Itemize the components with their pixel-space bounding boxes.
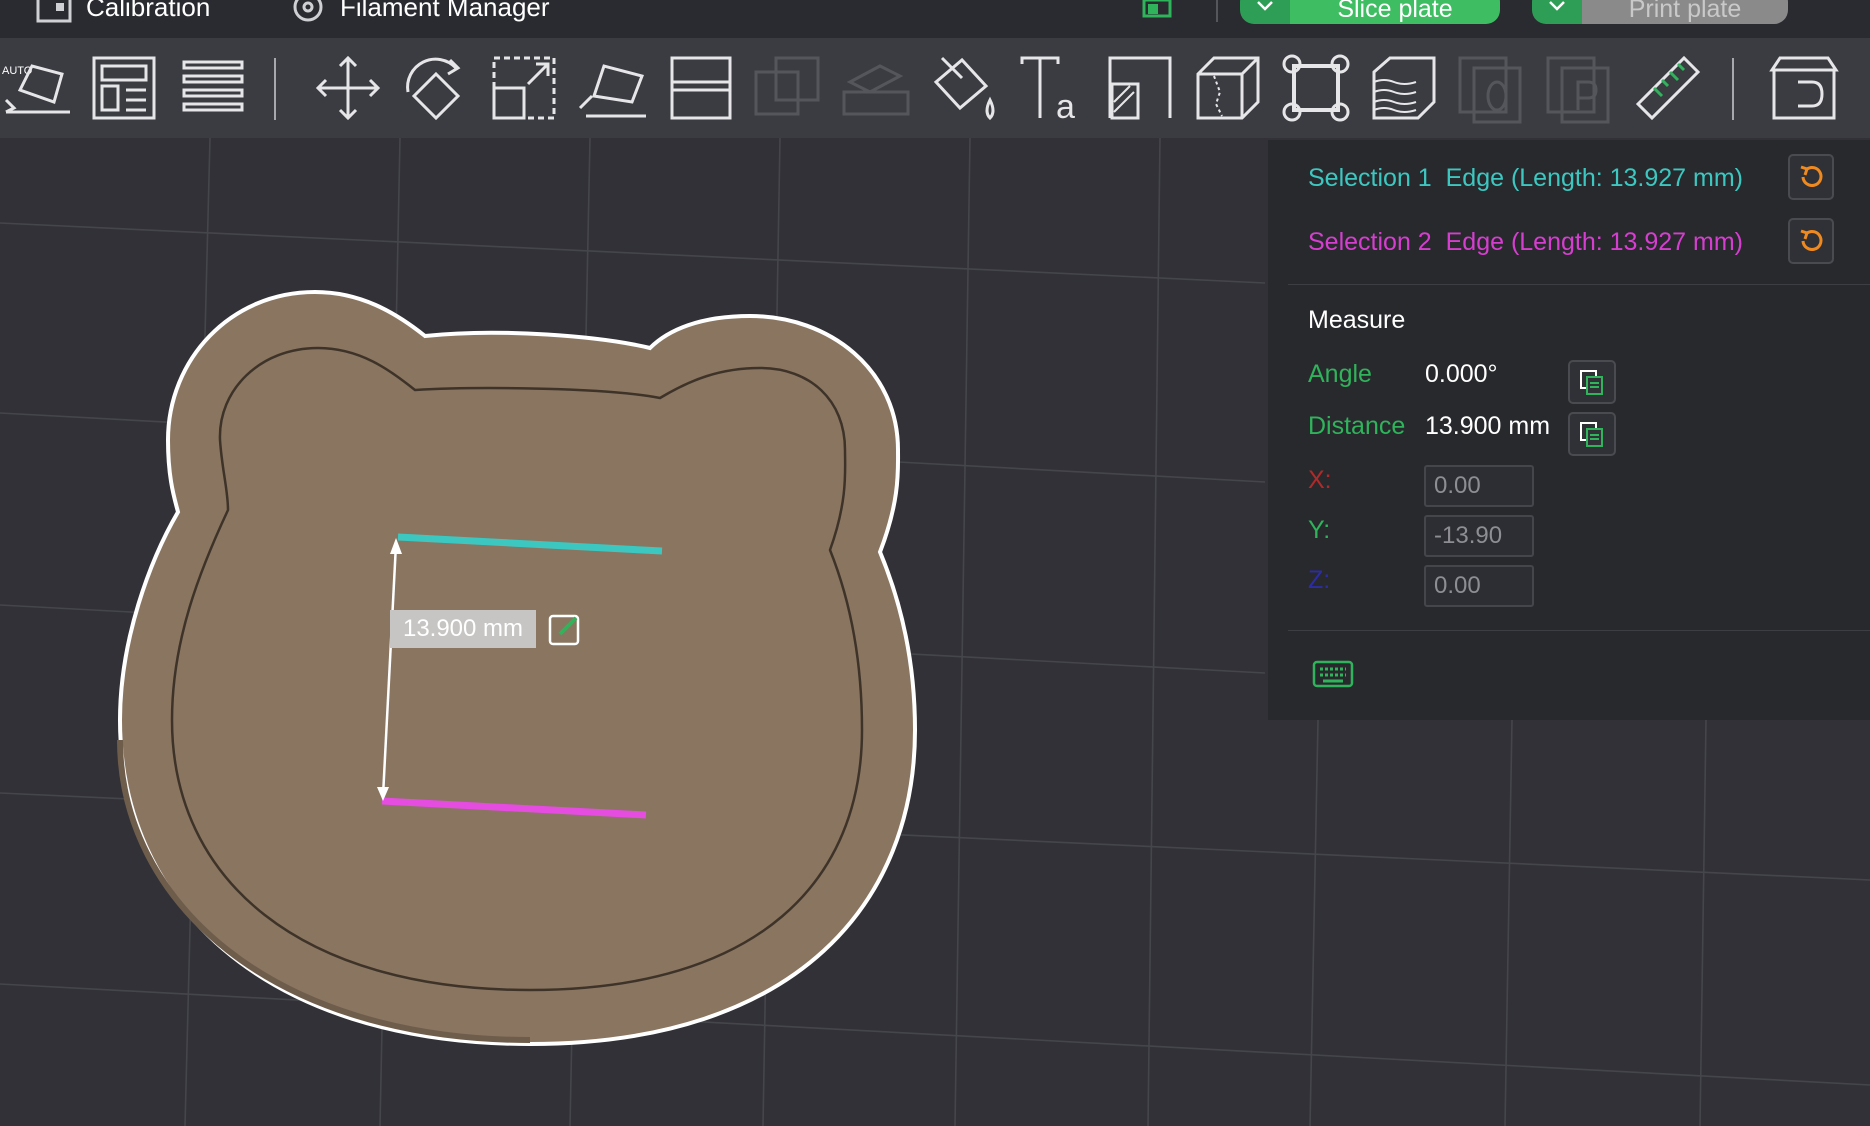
auto-orient-tool[interactable]: AUTO	[2, 52, 74, 124]
measure-tool[interactable]	[1632, 52, 1704, 124]
boolean-tool[interactable]	[752, 52, 824, 124]
selection2-prefix: Selection 2	[1308, 228, 1432, 256]
selection2-desc: Edge (Length: 13.927 mm)	[1445, 228, 1744, 256]
move-icon	[315, 55, 381, 121]
print-plate-button[interactable]: Print plate	[1582, 0, 1788, 24]
copy-angle-button[interactable]	[1568, 360, 1616, 404]
lay-on-face-icon	[578, 64, 646, 118]
supports-icon	[842, 64, 910, 116]
layers-tool[interactable]	[176, 52, 248, 124]
copy-icon	[1580, 370, 1603, 395]
z-value-field[interactable]: 0.00	[1424, 565, 1534, 607]
x-label: X:	[1308, 466, 1332, 494]
assembly-o-tool[interactable]	[1456, 52, 1528, 124]
x-value-field[interactable]: 0.00	[1424, 465, 1534, 507]
edit-distance-button[interactable]	[548, 612, 582, 646]
seam-tool[interactable]	[1192, 52, 1264, 124]
seam-icon	[1196, 56, 1260, 120]
y-label: Y:	[1308, 516, 1331, 544]
scale-tool[interactable]	[488, 52, 560, 124]
measure-section-title: Measure	[1308, 306, 1406, 334]
edit-pencil-icon	[548, 614, 580, 646]
keyboard-icon	[1312, 660, 1354, 688]
distance-dimension-label: 13.900 mm	[390, 610, 536, 648]
distance-label: Distance	[1308, 412, 1406, 440]
selection1-prefix: Selection 1	[1308, 164, 1432, 192]
toolbar: AUTO a	[0, 38, 1870, 138]
fuzzy-skin-icon	[1282, 54, 1350, 122]
selection1-desc: Edge (Length: 13.927 mm)	[1445, 164, 1744, 192]
variable-layer-icon	[1372, 56, 1436, 120]
panel-divider	[1288, 630, 1870, 631]
copy-distance-button[interactable]	[1568, 412, 1616, 456]
slice-dropdown-button[interactable]	[1240, 0, 1290, 24]
text-icon: a	[1020, 56, 1075, 126]
svg-text:a: a	[1056, 88, 1075, 124]
cut-icon	[670, 56, 732, 120]
arrange-icon	[92, 56, 156, 120]
paint-tool[interactable]	[928, 52, 1000, 124]
filament-icon	[293, 0, 323, 21]
paint-bucket-icon	[933, 56, 995, 121]
assemble-tool[interactable]	[1768, 52, 1840, 124]
move-tool[interactable]	[312, 52, 384, 124]
emboss-tool[interactable]	[1104, 52, 1176, 124]
top-bar: Calibration Filament Manager Slice plate…	[0, 0, 1870, 38]
chevron-down-icon	[1549, 1, 1565, 11]
calibration-icon	[36, 0, 72, 22]
selection2-row: Selection 2 Edge (Length: 13.927 mm)	[1308, 228, 1743, 257]
reset-icon	[1800, 229, 1823, 251]
fuzzy-skin-tool[interactable]	[1280, 52, 1352, 124]
selection1-row: Selection 1 Edge (Length: 13.927 mm)	[1308, 164, 1743, 193]
topbar-divider	[1216, 0, 1218, 22]
measure-panel: Selection 1 Edge (Length: 13.927 mm) Sel…	[1268, 140, 1870, 720]
lay-on-face-tool[interactable]	[576, 52, 648, 124]
filament-manager-label: Filament Manager	[340, 0, 550, 22]
object-o-icon	[1458, 56, 1522, 124]
rotate-tool[interactable]	[400, 52, 472, 124]
keyboard-shortcuts-button[interactable]	[1312, 660, 1354, 688]
chevron-down-icon	[1257, 1, 1273, 11]
ruler-icon	[1635, 55, 1701, 121]
supports-tool[interactable]	[840, 52, 912, 124]
layers-icon	[182, 60, 244, 112]
rotate-icon	[406, 57, 461, 121]
calibration-label: Calibration	[86, 0, 211, 22]
arrange-tool[interactable]	[88, 52, 160, 124]
bear-model[interactable]	[117, 289, 918, 1047]
toolbar-separator	[274, 58, 276, 120]
assemble-icon	[1769, 56, 1839, 120]
print-plate-group: Print plate	[1532, 0, 1788, 24]
slice-plate-group: Slice plate	[1240, 0, 1500, 24]
print-dropdown-button[interactable]	[1532, 0, 1582, 24]
object-p-icon	[1546, 56, 1610, 124]
y-value-field[interactable]: -13.90	[1424, 515, 1534, 557]
angle-value: 0.000°	[1425, 360, 1498, 388]
scale-icon	[492, 56, 556, 120]
toolbar-separator	[1732, 58, 1734, 120]
variable-layer-tool[interactable]	[1368, 52, 1440, 124]
plate-icon[interactable]	[1142, 0, 1172, 18]
filament-manager-tab[interactable]: Filament Manager	[290, 0, 550, 23]
calibration-tab[interactable]: Calibration	[36, 0, 210, 23]
copy-icon	[1580, 422, 1603, 447]
slice-plate-button[interactable]: Slice plate	[1290, 0, 1500, 24]
boolean-icon	[754, 56, 820, 116]
emboss-icon	[1108, 56, 1172, 120]
reset-icon	[1800, 165, 1823, 187]
auto-orient-icon: AUTO	[2, 64, 70, 114]
assembly-p-tool[interactable]	[1544, 52, 1616, 124]
panel-divider	[1288, 284, 1870, 285]
reset-selection1-button[interactable]	[1788, 154, 1834, 200]
angle-label: Angle	[1308, 360, 1372, 388]
distance-value: 13.900 mm	[1425, 412, 1551, 440]
reset-selection2-button[interactable]	[1788, 218, 1834, 264]
z-label: Z:	[1308, 566, 1331, 594]
text-tool[interactable]: a	[1016, 52, 1088, 126]
cut-tool[interactable]	[664, 52, 736, 124]
